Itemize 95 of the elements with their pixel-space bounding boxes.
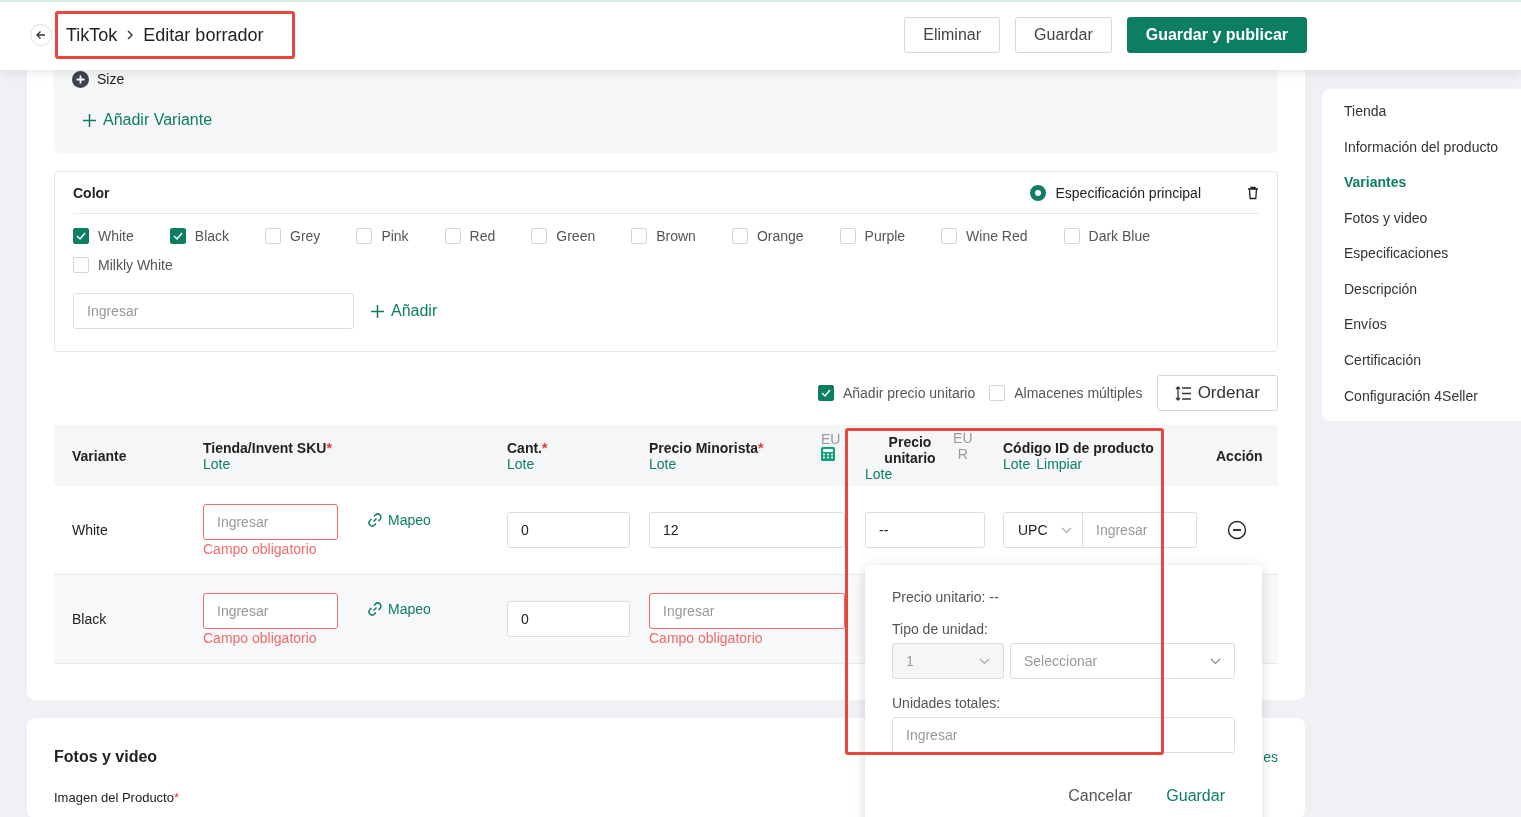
column-header: Cant.* [507, 439, 549, 456]
checkbox-label: Green [556, 228, 596, 244]
column-header: Variante [72, 447, 128, 464]
nav-item[interactable]: Configuración 4Seller [1344, 385, 1521, 422]
check-icon [76, 232, 86, 240]
field-label: Imagen del Producto* [54, 790, 180, 805]
page-title: Editar borrador [143, 24, 264, 46]
column-header: Precio Minorista* [649, 439, 765, 456]
trash-icon[interactable] [1247, 185, 1259, 200]
section-title: Color [73, 184, 110, 201]
batch-link[interactable]: Lote [649, 455, 677, 472]
variant-name: White [72, 522, 108, 538]
sku-input[interactable]: Ingresar [203, 593, 338, 629]
variant-name: Black [72, 611, 107, 627]
column-header: Tienda/Invent SKU* [203, 439, 333, 456]
radio-button[interactable] [1030, 184, 1047, 201]
column-header: Código ID de producto [1003, 439, 1155, 456]
option-input[interactable]: Ingresar [73, 293, 354, 329]
header-button[interactable]: Guardar [1015, 17, 1112, 53]
remove-icon[interactable] [1227, 520, 1247, 540]
error-message: Campo obligatorio [203, 541, 317, 557]
unit-price-input[interactable]: -- [865, 512, 985, 548]
breadcrumb-link[interactable]: TikTok [66, 24, 118, 46]
chevron-right-icon [126, 29, 135, 41]
product-code-input[interactable]: Ingresar [1083, 512, 1197, 548]
section-title: Fotos y video [54, 748, 158, 766]
radio-label: Especificación principal [1055, 184, 1201, 201]
batch-link[interactable]: Lote [1003, 455, 1031, 472]
popover-button[interactable]: Guardar [1166, 787, 1225, 805]
checkbox-label: Orange [756, 228, 804, 244]
checkbox-label: Almacenes múltiples [1014, 385, 1143, 401]
nav-item[interactable]: Información del producto [1344, 136, 1521, 173]
variant-name: Size [97, 71, 125, 87]
checkbox-label: Purple [864, 228, 906, 244]
sort-button[interactable]: Ordenar [1156, 375, 1278, 411]
link[interactable]: es [1263, 749, 1278, 765]
batch-link[interactable]: Limpiar [1036, 455, 1083, 472]
error-message: Campo obligatorio [649, 630, 763, 646]
field-label: Tipo de unidad: [892, 621, 989, 637]
nav-item[interactable]: Certificación [1344, 349, 1521, 386]
link-icon [367, 601, 383, 617]
batch-link[interactable]: Lote [507, 455, 535, 472]
checkbox[interactable] [169, 228, 186, 244]
chevron-down-icon [1210, 657, 1221, 665]
calculator-icon[interactable] [821, 447, 835, 461]
batch-link[interactable]: Lote [203, 455, 231, 472]
nav-item[interactable]: Fotos y video [1344, 207, 1521, 244]
checkbox-label: Wine Red [966, 228, 1028, 244]
chevron-down-icon [979, 657, 990, 665]
nav-item[interactable]: Envíos [1344, 314, 1521, 350]
plus-icon [370, 303, 385, 319]
checkbox-label: Grey [290, 228, 321, 244]
header-button[interactable]: Guardar y publicar [1126, 17, 1307, 53]
checkbox-label: Pink [381, 228, 409, 244]
checkbox-label: Brown [656, 228, 696, 244]
checkbox-label: Añadir precio unitario [842, 385, 976, 401]
code-type-select[interactable]: UPC [1003, 512, 1083, 548]
quantity-input[interactable]: 0 [507, 601, 630, 637]
nav-item[interactable]: Variantes [1344, 172, 1521, 208]
nav-item[interactable]: Tienda [1344, 101, 1521, 137]
arrow-left-icon [35, 29, 47, 41]
add-option-button[interactable]: Añadir [370, 302, 438, 320]
price-input[interactable]: Ingresar [649, 593, 845, 629]
nav-item[interactable]: Especificaciones [1344, 243, 1521, 279]
price-input[interactable]: 12 [649, 512, 845, 548]
checkbox-label: Black [194, 228, 230, 244]
check-icon [172, 232, 183, 240]
chevron-down-icon [1061, 526, 1072, 534]
column-header: Acción [1216, 447, 1264, 464]
nav-item[interactable]: Descripción [1344, 278, 1521, 315]
column-header: Precio unitario [883, 433, 937, 466]
sku-input[interactable]: Ingresar [203, 504, 338, 540]
batch-link[interactable]: Lote [865, 465, 893, 482]
mapping-link[interactable]: Mapeo [367, 512, 431, 528]
header-button[interactable]: Eliminar [904, 17, 1001, 53]
sort-icon [1174, 385, 1192, 401]
popover-button[interactable]: Cancelar [1068, 787, 1133, 805]
plus-icon [82, 112, 97, 128]
checkbox-label: Dark Blue [1088, 228, 1150, 244]
unit-price-summary: Precio unitario: -- [892, 589, 1000, 605]
checkbox-label: Red [469, 228, 496, 244]
add-variant-button[interactable]: Añadir Variante [72, 111, 213, 129]
quantity-input[interactable]: 0 [507, 512, 630, 548]
mapping-link[interactable]: Mapeo [367, 601, 431, 617]
field-label: Unidades totales: [892, 695, 1002, 711]
checkbox-label: Milkly White [98, 257, 173, 273]
link-icon [367, 512, 383, 528]
checkbox[interactable] [73, 228, 89, 244]
check-icon [820, 389, 831, 397]
currency-label: EUR [953, 430, 973, 462]
checkbox[interactable] [817, 385, 834, 401]
error-message: Campo obligatorio [203, 630, 317, 646]
back-button[interactable] [30, 24, 52, 46]
currency-label: EU [821, 431, 842, 447]
checkbox-label: White [98, 228, 134, 244]
